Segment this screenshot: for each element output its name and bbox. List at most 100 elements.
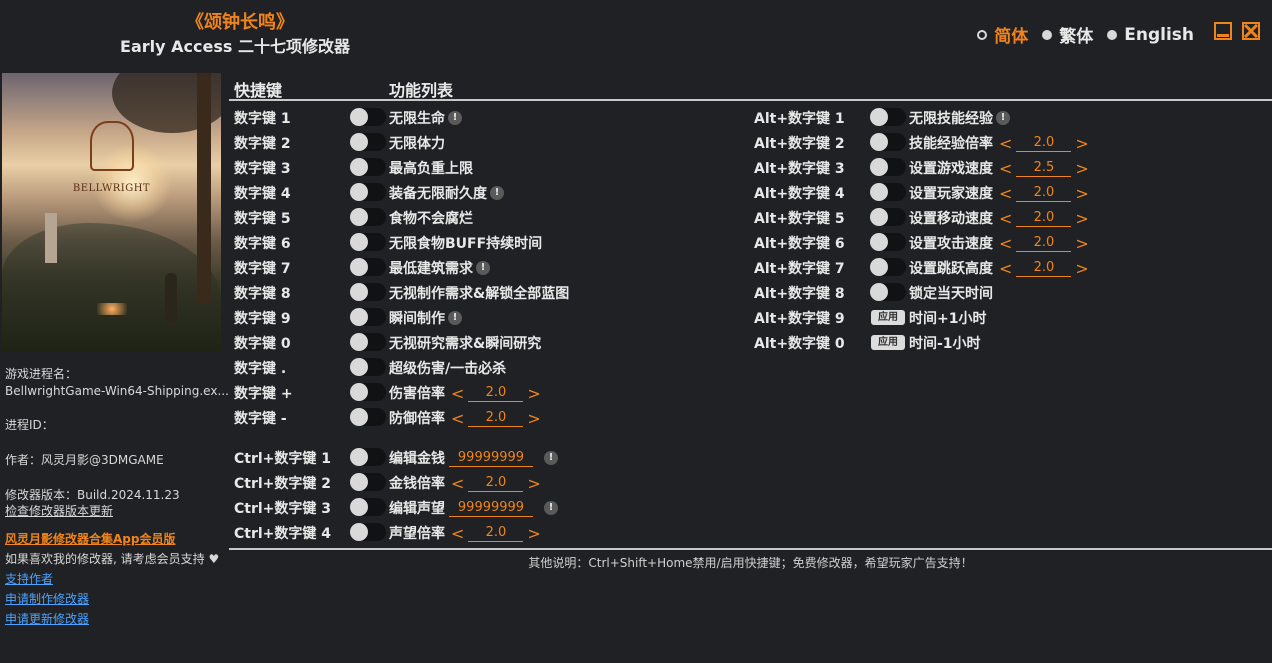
stepper-value[interactable]: 2.0 <box>1016 260 1072 277</box>
toggle-switch[interactable] <box>870 233 906 251</box>
value-input[interactable]: 99999999 <box>449 450 533 467</box>
stepper-value[interactable]: 2.0 <box>1016 135 1072 152</box>
function-cell: 技能经验倍率 <2.0 > <box>909 133 1089 153</box>
function-label: 设置玩家速度 <box>909 186 993 202</box>
toggle-switch[interactable] <box>870 158 906 176</box>
increase-arrow-icon[interactable]: > <box>1075 234 1088 253</box>
warning-icon[interactable]: ! <box>490 186 504 200</box>
request-trainer-link[interactable]: 申请制作修改器 <box>5 590 89 608</box>
value-input[interactable]: 99999999 <box>449 500 533 517</box>
cheat-row: 数字键 5 食物不会腐烂 <box>234 205 734 230</box>
decrease-arrow-icon[interactable]: < <box>451 524 464 543</box>
function-label: 伤害倍率 <box>389 386 445 402</box>
cheat-row: Alt+数字键 5 设置移动速度 <2.0 > <box>754 205 1254 230</box>
lang-traditional[interactable]: 繁体 <box>1042 22 1093 47</box>
toggle-switch[interactable] <box>350 448 386 466</box>
function-cell: 最低建筑需求! <box>389 258 490 278</box>
function-cell: 编辑金钱 99999999! <box>389 448 558 468</box>
close-button[interactable] <box>1242 22 1260 40</box>
decrease-arrow-icon[interactable]: < <box>451 474 464 493</box>
hotkey-label: Alt+数字键 9 <box>754 310 845 327</box>
stepper-value[interactable]: 2.0 <box>1016 235 1072 252</box>
hotkey-label: 数字键 7 <box>234 260 291 277</box>
apply-button[interactable]: 应用 <box>871 310 905 325</box>
decrease-arrow-icon[interactable]: < <box>999 259 1012 278</box>
toggle-switch[interactable] <box>870 208 906 226</box>
warning-icon[interactable]: ! <box>448 111 462 125</box>
warning-icon[interactable]: ! <box>544 501 558 515</box>
warning-icon[interactable]: ! <box>996 111 1010 125</box>
increase-arrow-icon[interactable]: > <box>1075 134 1088 153</box>
toggle-switch[interactable] <box>870 133 906 151</box>
cheat-row: 数字键 8 无视制作需求&解锁全部蓝图 <box>234 280 734 305</box>
check-update-link[interactable]: 检查修改器版本更新 <box>5 502 113 520</box>
toggle-switch[interactable] <box>870 258 906 276</box>
stepper-value[interactable]: 2.0 <box>1016 210 1072 227</box>
function-cell: 时间-1小时 <box>909 333 981 353</box>
support-author-link[interactable]: 支持作者 <box>5 570 53 588</box>
increase-arrow-icon[interactable]: > <box>527 474 540 493</box>
toggle-switch[interactable] <box>350 283 386 301</box>
radio-icon <box>977 29 988 40</box>
toggle-switch[interactable] <box>870 108 906 126</box>
toggle-switch[interactable] <box>870 183 906 201</box>
stepper-value[interactable]: 2.5 <box>1016 160 1072 177</box>
toggle-switch[interactable] <box>350 308 386 326</box>
toggle-switch[interactable] <box>350 108 386 126</box>
increase-arrow-icon[interactable]: > <box>1075 159 1088 178</box>
warning-icon[interactable]: ! <box>544 451 558 465</box>
decrease-arrow-icon[interactable]: < <box>999 134 1012 153</box>
stepper-value[interactable]: 2.0 <box>468 410 524 427</box>
heart-icon: ♥ <box>208 552 220 566</box>
warning-icon[interactable]: ! <box>476 261 490 275</box>
increase-arrow-icon[interactable]: > <box>1075 209 1088 228</box>
function-label: 食物不会腐烂 <box>389 211 473 227</box>
increase-arrow-icon[interactable]: > <box>527 409 540 428</box>
function-cell: 无限食物BUFF持续时间 <box>389 233 542 253</box>
toggle-switch[interactable] <box>350 523 386 541</box>
game-cover-image: BELLWRIGHT <box>2 73 221 352</box>
apply-button[interactable]: 应用 <box>871 335 905 350</box>
increase-arrow-icon[interactable]: > <box>527 384 540 403</box>
function-label: 设置攻击速度 <box>909 236 993 252</box>
lang-english[interactable]: English <box>1107 25 1194 45</box>
minimize-button[interactable] <box>1214 22 1232 40</box>
stepper-value[interactable]: 2.0 <box>468 475 524 492</box>
app-promo-link[interactable]: 风灵月影修改器合集App会员版 <box>5 530 175 548</box>
toggle-switch[interactable] <box>870 283 906 301</box>
toggle-switch[interactable] <box>350 258 386 276</box>
stepper-value[interactable]: 2.0 <box>1016 185 1072 202</box>
increase-arrow-icon[interactable]: > <box>527 524 540 543</box>
decrease-arrow-icon[interactable]: < <box>999 209 1012 228</box>
toggle-switch[interactable] <box>350 408 386 426</box>
warning-icon[interactable]: ! <box>448 311 462 325</box>
toggle-switch[interactable] <box>350 183 386 201</box>
function-cell: 设置游戏速度 <2.5 > <box>909 158 1089 178</box>
cheat-row: 数字键 - 防御倍率 <2.0 > <box>234 405 734 430</box>
decrease-arrow-icon[interactable]: < <box>451 409 464 428</box>
toggle-switch[interactable] <box>350 233 386 251</box>
toggle-switch[interactable] <box>350 358 386 376</box>
stepper-value[interactable]: 2.0 <box>468 525 524 542</box>
hotkey-label: Ctrl+数字键 2 <box>234 475 332 492</box>
toggle-switch[interactable] <box>350 383 386 401</box>
decrease-arrow-icon[interactable]: < <box>999 159 1012 178</box>
toggle-switch[interactable] <box>350 133 386 151</box>
function-label: 设置移动速度 <box>909 211 993 227</box>
increase-arrow-icon[interactable]: > <box>1075 184 1088 203</box>
decrease-arrow-icon[interactable]: < <box>451 384 464 403</box>
decrease-arrow-icon[interactable]: < <box>999 184 1012 203</box>
lang-simplified[interactable]: 简体 <box>977 22 1028 47</box>
increase-arrow-icon[interactable]: > <box>1075 259 1088 278</box>
toggle-switch[interactable] <box>350 498 386 516</box>
function-label: 防御倍率 <box>389 411 445 427</box>
function-cell: 设置玩家速度 <2.0 > <box>909 183 1089 203</box>
decrease-arrow-icon[interactable]: < <box>999 234 1012 253</box>
author-info: 作者：风灵月影@3DMGAME <box>5 453 164 467</box>
stepper-value[interactable]: 2.0 <box>468 385 524 402</box>
request-update-link[interactable]: 申请更新修改器 <box>5 610 89 628</box>
toggle-switch[interactable] <box>350 158 386 176</box>
toggle-switch[interactable] <box>350 208 386 226</box>
toggle-switch[interactable] <box>350 473 386 491</box>
toggle-switch[interactable] <box>350 333 386 351</box>
